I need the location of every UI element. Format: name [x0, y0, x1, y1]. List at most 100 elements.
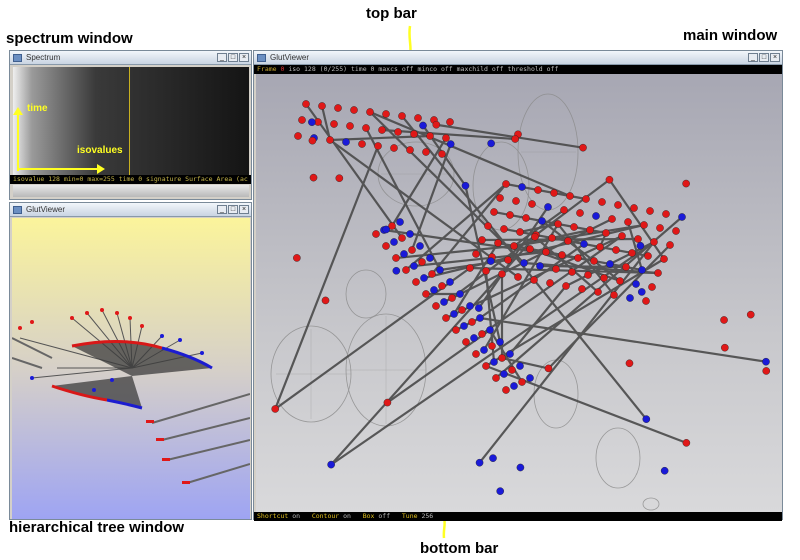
tree-node: [400, 250, 408, 258]
tree-node: [650, 238, 658, 246]
tree-node: [678, 213, 686, 221]
tree-node: [309, 173, 318, 182]
tree-node: [502, 180, 510, 188]
tree-node: [382, 242, 390, 250]
tree-node: [721, 343, 729, 352]
minimize-icon[interactable]: _: [217, 53, 227, 62]
tree-node: [475, 304, 483, 312]
tree-node: [408, 246, 416, 254]
tree-node: [536, 262, 544, 270]
tree-node: [350, 106, 358, 114]
tree-node: [610, 291, 618, 299]
maximize-icon[interactable]: □: [228, 53, 238, 62]
tree-node: [576, 209, 584, 217]
close-icon[interactable]: ×: [770, 53, 780, 62]
minimize-icon[interactable]: _: [217, 205, 227, 214]
tree-node: [516, 228, 524, 236]
tree-node: [594, 288, 602, 296]
tree-node: [574, 254, 582, 262]
tree-node: [720, 316, 728, 324]
tree-node: [478, 330, 486, 338]
tree-node: [390, 238, 398, 246]
tree-node: [374, 142, 382, 150]
minimize-icon[interactable]: _: [748, 53, 758, 62]
main-canvas[interactable]: [256, 74, 782, 512]
spectrum-titlebar[interactable]: Spectrum _ □ ×: [10, 51, 251, 65]
tree-node: [648, 283, 656, 291]
tree-node: [518, 183, 526, 191]
tree-node: [482, 362, 490, 370]
tree-node: [420, 274, 428, 282]
tree-node: [416, 242, 424, 250]
tree-node: [358, 140, 366, 148]
spectrum-canvas[interactable]: time isovalues: [13, 67, 249, 175]
tree-node: [636, 241, 645, 250]
tree-node: [422, 290, 430, 298]
close-icon[interactable]: ×: [239, 53, 249, 62]
tree-node: [440, 298, 448, 306]
tree-node: [642, 297, 650, 305]
tree-node: [608, 215, 616, 223]
tree-node: [482, 267, 490, 275]
tree-node: [490, 208, 498, 216]
tree-node: [512, 197, 520, 205]
tree-canvas[interactable]: [12, 218, 250, 519]
tree-node: [442, 314, 450, 322]
tree-node: [516, 463, 525, 472]
tree-node: [642, 415, 651, 423]
tree-node: [550, 189, 558, 197]
tree-node: [578, 285, 586, 293]
tree-node: [487, 139, 495, 148]
tree-node: [628, 249, 636, 257]
callout-hierarchical-tree-window: hierarchical tree window: [9, 519, 185, 536]
tree-node: [638, 266, 646, 274]
tree-node: [496, 338, 504, 346]
close-icon[interactable]: ×: [239, 205, 249, 214]
tree-node: [419, 121, 427, 130]
tree-titlebar[interactable]: GlutViewer _ □ ×: [10, 203, 251, 217]
spectrum-status-bar: isovalue 128 min=0 max=255 time 0 signat…: [10, 175, 251, 184]
tree-node: [496, 487, 505, 495]
tree-node: [298, 116, 306, 124]
tree-node: [746, 310, 755, 319]
tree-node: [406, 146, 414, 154]
tree-node: [568, 268, 576, 276]
tree-node: [478, 236, 486, 244]
tree-node: [293, 254, 301, 262]
tree-node: [492, 374, 500, 382]
tree-node: [622, 263, 630, 271]
tree-node: [382, 225, 390, 234]
maximize-icon[interactable]: □: [228, 205, 238, 214]
tree-node: [506, 211, 514, 219]
tune-value: 256: [421, 512, 434, 520]
contour-tree-3d-scene: [270, 93, 771, 511]
tree-node: [630, 204, 638, 212]
tree-node: [570, 223, 578, 231]
tree-node: [327, 460, 335, 469]
tree-node: [625, 359, 634, 368]
contour-label: Contour: [311, 512, 340, 520]
tree-node: [472, 250, 480, 258]
tree-node: [600, 274, 608, 282]
tree-node: [662, 210, 670, 218]
spectrum-scroll[interactable]: [13, 185, 249, 197]
tree-node: [522, 214, 530, 222]
tree-node: [500, 225, 508, 233]
tune-label: Tune: [401, 512, 418, 520]
tree-node: [530, 276, 538, 284]
tree-node: [566, 192, 574, 200]
tree-node: [436, 266, 444, 274]
maximize-icon[interactable]: □: [759, 53, 769, 62]
tree-node: [511, 135, 519, 143]
tree-node: [470, 334, 478, 342]
tree-node: [346, 122, 354, 130]
tree-node: [618, 232, 626, 240]
tree-node: [518, 378, 526, 386]
main-titlebar[interactable]: GlutViewer _ □ ×: [254, 51, 782, 65]
tree-node: [602, 229, 610, 237]
tree-node: [476, 314, 484, 322]
spectrum-axis-arrows: [13, 107, 105, 174]
tree-node: [390, 144, 398, 152]
tree-node: [450, 310, 458, 318]
tree-node: [498, 270, 506, 278]
